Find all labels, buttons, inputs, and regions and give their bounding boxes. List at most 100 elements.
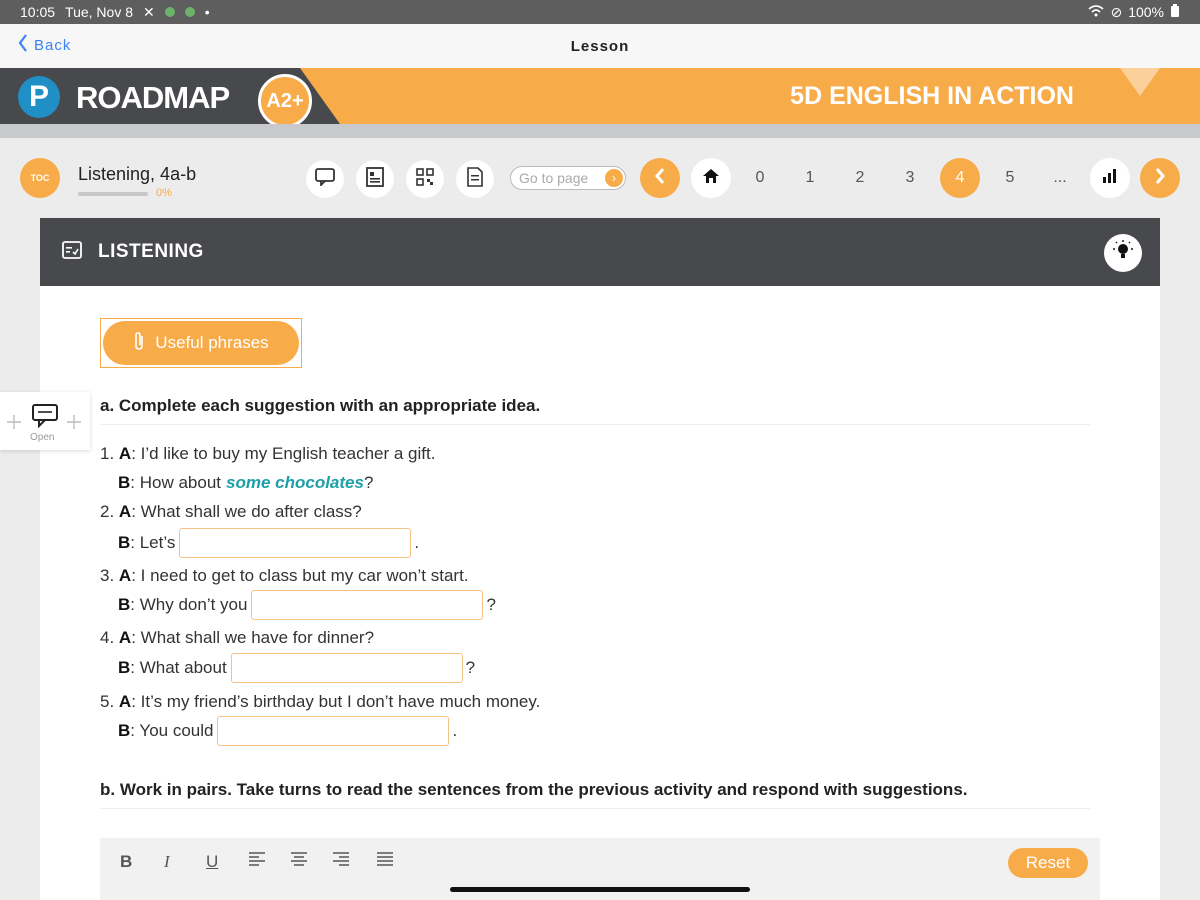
item-1-a-line: 1. A: I’d like to buy my English teacher… — [100, 444, 435, 464]
answer-field-2[interactable] — [179, 528, 412, 558]
item-response: : How about — [130, 473, 222, 492]
status-time: 10:05 — [20, 4, 56, 20]
item-prompt: : I’d like to buy my English teacher a g… — [131, 444, 436, 463]
item-number: 1. — [100, 444, 115, 463]
bold-button[interactable]: B — [120, 852, 132, 872]
worksheet-button[interactable] — [356, 160, 394, 198]
page-button[interactable]: 0 — [740, 158, 780, 198]
back-button[interactable]: Back — [18, 34, 71, 56]
item-number: 3. — [100, 566, 115, 585]
justify-button[interactable] — [376, 850, 394, 873]
item-4-a-line: 4. A: What shall we have for dinner? — [100, 628, 374, 648]
home-icon — [702, 168, 720, 189]
useful-phrases-button[interactable]: Useful phrases — [103, 321, 299, 365]
speaker-b: B — [118, 533, 131, 552]
item-5-b-line: B: You could. — [118, 716, 457, 746]
lesson-toolbar: TOC Listening, 4a-b 0% Go to page › 0 1 … — [0, 138, 1200, 218]
comment-icon — [315, 167, 335, 191]
speaker-a: A — [118, 628, 132, 647]
item-number: 2. — [100, 502, 115, 521]
comment-icon — [32, 404, 58, 433]
card-title: LISTENING — [98, 241, 204, 262]
align-center-button[interactable] — [290, 850, 308, 873]
item-1-b-line: B: How about some chocolates? — [118, 473, 373, 493]
next-page-button[interactable] — [1140, 158, 1180, 198]
answer-field-3[interactable] — [251, 590, 484, 620]
listening-icon — [62, 240, 82, 264]
item-2-a-line: 2. A: What shall we do after class? — [100, 502, 362, 522]
reset-button[interactable]: Reset — [1008, 848, 1088, 878]
go-arrow-icon[interactable]: › — [605, 169, 623, 187]
section-a-instruction: a. Complete each suggestion with an appr… — [100, 396, 1090, 425]
worksheet-icon — [366, 166, 384, 192]
qr-code-icon — [416, 167, 434, 191]
page-button[interactable]: 5 — [990, 158, 1030, 198]
qr-code-button[interactable] — [406, 160, 444, 198]
item-response: : Let’s — [130, 533, 176, 552]
drag-handle-icon[interactable] — [6, 414, 22, 435]
section-b-instruction: b. Work in pairs. Take turns to read the… — [100, 780, 1090, 809]
answer-field-4[interactable] — [230, 653, 463, 683]
page-button-active[interactable]: 4 — [940, 158, 980, 198]
speaker-b: B — [118, 473, 131, 492]
align-center-icon — [290, 852, 308, 872]
align-left-icon — [248, 852, 266, 872]
unit-title: 5D ENGLISH IN ACTION — [790, 82, 1074, 110]
lightbulb-icon — [1113, 239, 1133, 267]
home-button[interactable] — [691, 158, 731, 198]
align-right-button[interactable] — [332, 850, 350, 873]
document-icon — [467, 166, 483, 192]
comment-button[interactable] — [306, 160, 344, 198]
item-2-b-line: B: Let’s. — [118, 528, 419, 558]
item-3-a-line: 3. A: I need to get to class but my car … — [100, 566, 469, 586]
item-number: 4. — [100, 628, 115, 647]
page-button[interactable]: 3 — [890, 158, 930, 198]
item-response: : Why don’t you — [130, 595, 248, 614]
drag-handle-icon[interactable] — [66, 414, 82, 435]
align-left-button[interactable] — [248, 850, 266, 873]
underline-button[interactable]: U — [206, 852, 218, 872]
item-punctuation: . — [414, 533, 420, 552]
chevron-left-icon — [654, 164, 666, 192]
course-banner: P ROADMAP A2+ 5D ENGLISH IN ACTION — [0, 68, 1200, 138]
lesson-progress-label: 0% — [156, 187, 172, 199]
speaker-a: A — [118, 444, 132, 463]
chevron-right-icon — [1154, 164, 1166, 192]
page-button[interactable]: 2 — [840, 158, 880, 198]
item-prompt: : What shall we have for dinner? — [131, 628, 375, 647]
battery-icon — [1170, 3, 1180, 21]
speaker-b: B — [118, 721, 131, 740]
item-punctuation: ? — [465, 658, 476, 677]
navigation-bar: Back Lesson — [0, 24, 1200, 68]
italic-button[interactable]: I — [164, 852, 170, 872]
level-badge: A2+ — [258, 74, 312, 128]
floating-comment-panel[interactable]: Open — [0, 392, 90, 450]
bar-chart-icon — [1102, 168, 1118, 188]
more-dot-icon: • — [204, 4, 210, 20]
speaker-b: B — [118, 658, 131, 677]
item-prompt: : What shall we do after class? — [131, 502, 362, 521]
stats-button[interactable] — [1090, 158, 1130, 198]
speaker-a: A — [118, 692, 132, 711]
go-to-page-input[interactable]: Go to page › — [510, 166, 626, 190]
home-indicator[interactable] — [450, 887, 750, 892]
back-label: Back — [34, 36, 72, 54]
brand-name: ROADMAP — [76, 80, 230, 115]
useful-phrases-label: Useful phrases — [155, 333, 269, 352]
document-button[interactable] — [456, 160, 494, 198]
page-button[interactable]: 1 — [790, 158, 830, 198]
previous-page-button[interactable] — [640, 158, 680, 198]
item-4-b-line: B: What about? — [118, 653, 475, 683]
chevron-left-icon — [18, 34, 28, 56]
toc-button[interactable]: TOC — [20, 158, 60, 198]
pearson-logo: P — [18, 76, 60, 118]
speaker-a: A — [118, 502, 132, 521]
speaker-a: A — [118, 566, 132, 585]
status-bar: 10:05 Tue, Nov 8 ✕ • ⊘ 100% — [0, 0, 1200, 24]
more-pages[interactable]: ... — [1040, 158, 1080, 198]
justify-icon — [376, 852, 394, 872]
lesson-name: Listening, 4a-b — [78, 164, 197, 184]
answer-field-5[interactable] — [217, 716, 450, 746]
hint-button[interactable] — [1104, 234, 1142, 272]
item-response: : You could — [130, 721, 214, 740]
